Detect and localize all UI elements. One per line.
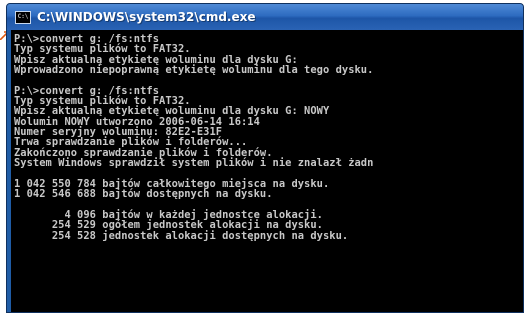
- console-output[interactable]: P:\>convert g: /fs:ntfs Typ systemu plik…: [11, 30, 523, 312]
- cmd-window[interactable]: C:\ C:\WINDOWS\system32\cmd.exe P:\>conv…: [6, 3, 524, 313]
- console-line: 254 528 jednostek alokacji dostępnych na…: [14, 229, 349, 242]
- title-bar[interactable]: C:\ C:\WINDOWS\system32\cmd.exe: [7, 4, 523, 30]
- cmd-console-icon[interactable]: C:\: [15, 10, 31, 24]
- console-line: 254 529 ogółem jednostek alokacji na dys…: [14, 219, 323, 232]
- console-line: 1 042 546 688 bajtów dostępnych na dysku…: [14, 188, 273, 201]
- console-line: System Windows sprawdził system plików i…: [14, 157, 374, 170]
- window-title: C:\WINDOWS\system32\cmd.exe: [37, 10, 256, 24]
- console-line: Wprowadzono niepoprawną etykietę wolumin…: [14, 64, 374, 77]
